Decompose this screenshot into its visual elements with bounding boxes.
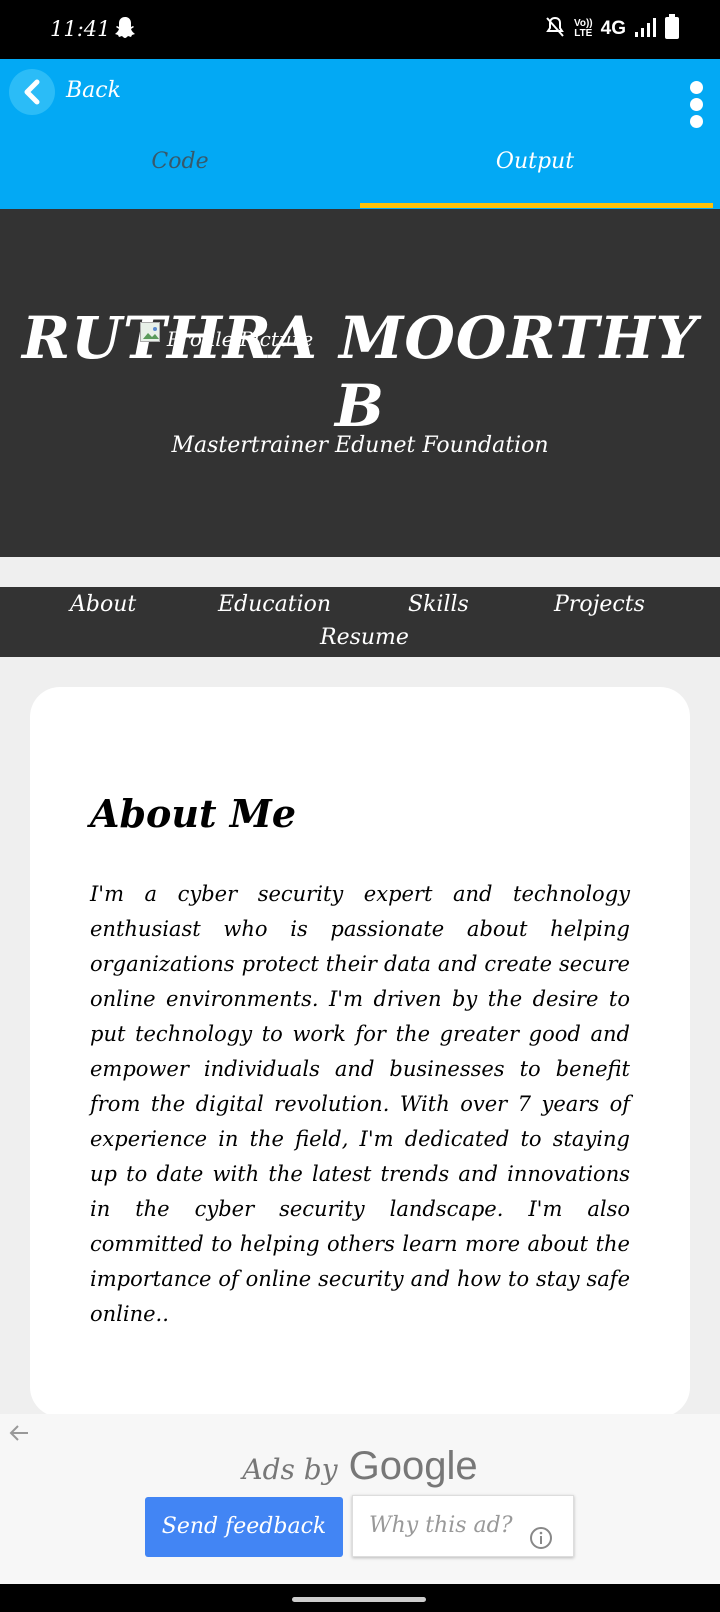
- active-tab-indicator: [360, 203, 713, 208]
- why-this-ad-label: Why this ad?: [369, 1513, 513, 1538]
- mute-icon: [544, 16, 566, 42]
- back-button[interactable]: [9, 69, 55, 115]
- ads-by-text: Ads by: [242, 1453, 338, 1486]
- battery-icon: [664, 14, 680, 44]
- ad-banner: Ads by Google Send feedback Why this ad?: [0, 1414, 720, 1584]
- hero-header: RUTHRA MOORTHY B Profile Picture Mastert…: [0, 209, 720, 557]
- profile-picture: Profile Picture: [140, 322, 320, 392]
- about-card: About Me I'm a cyber security expert and…: [30, 687, 690, 1417]
- status-bar: 11:41 Vo)) LTE 4G: [0, 0, 720, 59]
- send-feedback-button[interactable]: Send feedback: [145, 1497, 343, 1557]
- nav-item-projects[interactable]: Projects: [554, 592, 645, 617]
- info-icon: [529, 1514, 553, 1574]
- page-title: RUTHRA MOORTHY B: [22, 304, 698, 440]
- nav-item-about[interactable]: About: [70, 592, 136, 617]
- app-bar: Back Code Output: [0, 59, 720, 209]
- home-handle[interactable]: [292, 1597, 426, 1602]
- site-nav: About Education Skills Projects Resume: [0, 587, 720, 657]
- tab-code[interactable]: Code: [0, 149, 360, 174]
- profile-picture-alt: Profile Picture: [166, 327, 314, 351]
- network-type: 4G: [600, 18, 626, 39]
- signal-icon: [634, 16, 656, 42]
- snapchat-icon: [114, 16, 136, 44]
- back-label[interactable]: Back: [66, 78, 121, 103]
- more-options-icon[interactable]: [690, 81, 704, 132]
- nav-item-skills[interactable]: Skills: [408, 592, 469, 617]
- volte-line2: LTE: [574, 28, 593, 39]
- why-this-ad-button[interactable]: Why this ad?: [352, 1495, 574, 1557]
- google-logo: Google: [348, 1444, 478, 1488]
- subtitle: Mastertrainer Edunet Foundation: [171, 433, 549, 458]
- nav-item-education[interactable]: Education: [218, 592, 331, 617]
- nav-item-resume[interactable]: Resume: [320, 625, 409, 650]
- about-heading: About Me: [90, 791, 297, 836]
- chevron-left-icon: [24, 79, 40, 105]
- gesture-bar: [0, 1584, 720, 1612]
- about-text: I'm a cyber security expert and technolo…: [90, 882, 630, 1326]
- status-time: 11:41: [50, 17, 111, 41]
- tab-output[interactable]: Output: [355, 149, 715, 174]
- ads-by-label: Ads by Google: [0, 1444, 720, 1489]
- broken-image-icon: [140, 322, 160, 342]
- volte-indicator: Vo)) LTE: [574, 19, 593, 39]
